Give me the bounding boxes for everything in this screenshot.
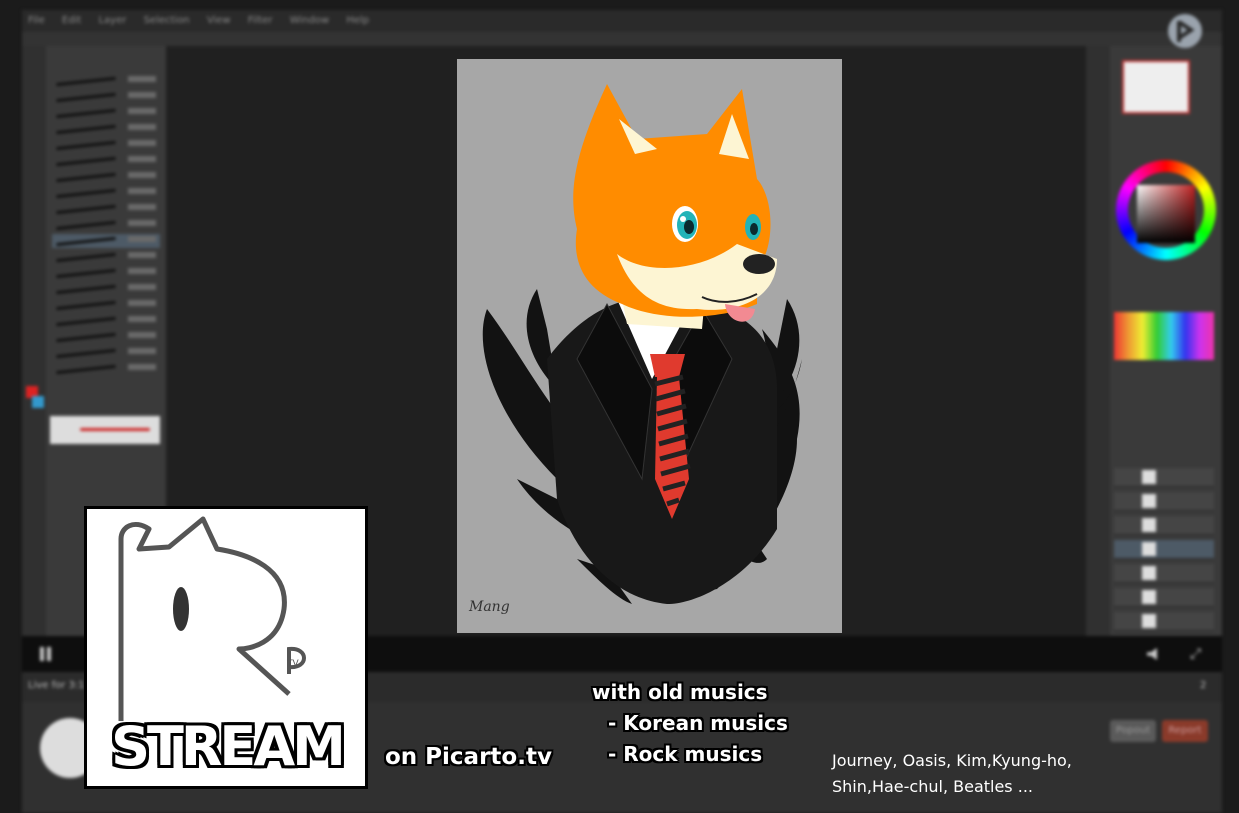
brush-item[interactable] [52,74,160,88]
layer-row-selected[interactable] [1114,540,1214,559]
stream-logo-text: STREAM [111,715,346,778]
brush-item[interactable] [52,346,160,360]
brush-item[interactable] [52,282,160,296]
brush-item[interactable] [52,186,160,200]
color-picker-square[interactable] [1137,185,1195,243]
right-tool-strip [1086,46,1110,636]
layer-row[interactable] [1114,564,1214,583]
brush-item-selected[interactable] [52,234,160,248]
menu-file[interactable]: File [28,15,45,26]
layer-row[interactable] [1114,588,1214,607]
fox-head [573,84,777,322]
brush-preview [50,416,160,444]
brush-item[interactable] [52,122,160,136]
report-button[interactable]: Report [1162,720,1208,742]
layer-row[interactable] [1114,516,1214,535]
logo-tv-mark: TV [287,659,299,669]
menu-selection[interactable]: Selection [144,15,190,26]
volume-icon[interactable] [1147,648,1157,660]
menu-view[interactable]: View [207,15,231,26]
layer-row[interactable] [1114,612,1214,631]
stream-logo-card: TV STREAM [84,506,368,789]
menu-filter[interactable]: Filter [248,15,273,26]
sub-color-swatch[interactable] [32,396,44,408]
music-title: with old musics [592,680,768,704]
color-palette[interactable] [1114,312,1214,360]
pause-icon-bar [47,647,51,661]
artist-signature: Mang [469,599,510,615]
brush-item[interactable] [52,266,160,280]
platform-line: on Picarto.tv [385,744,552,770]
cat-logo-icon [118,516,306,721]
menu-bar: File Edit Layer Selection View Filter Wi… [22,10,1222,32]
brush-item[interactable] [52,330,160,344]
layer-row[interactable] [1114,492,1214,511]
navigator-thumbnail[interactable] [1122,60,1190,114]
brush-item[interactable] [52,314,160,328]
brush-item[interactable] [52,90,160,104]
brush-item[interactable] [52,106,160,120]
live-status: Live for 3:1 [28,680,85,691]
music-item-korean: - Korean musics [608,711,788,735]
brush-item[interactable] [52,218,160,232]
brush-item[interactable] [52,250,160,264]
tool-strip[interactable] [22,46,46,636]
menu-edit[interactable]: Edit [62,15,81,26]
layer-row[interactable] [1114,468,1214,487]
brush-item[interactable] [52,170,160,184]
brush-item[interactable] [52,138,160,152]
artwork-canvas[interactable]: Mang [457,59,842,633]
brush-item[interactable] [52,298,160,312]
viewer-count: 2 [1200,680,1207,691]
brush-item[interactable] [52,202,160,216]
toolbar [22,32,1222,46]
menu-layer[interactable]: Layer [98,15,126,26]
artists-line-1: Journey, Oasis, Kim,Kyung-ho, [832,751,1072,770]
menu-help[interactable]: Help [346,15,369,26]
menu-window[interactable]: Window [290,15,329,26]
fox-in-suit-illustration [482,84,802,604]
music-item-rock: - Rock musics [608,742,763,766]
brush-item[interactable] [52,362,160,376]
picarto-watermark-icon [1165,12,1205,50]
artists-line-2: Shin,Hae-chul, Beatles ... [832,777,1033,796]
fullscreen-icon[interactable]: ⤢ [1190,646,1201,662]
brush-item[interactable] [52,154,160,168]
pause-icon[interactable] [40,647,44,661]
popout-button[interactable]: Popout [1110,720,1156,742]
